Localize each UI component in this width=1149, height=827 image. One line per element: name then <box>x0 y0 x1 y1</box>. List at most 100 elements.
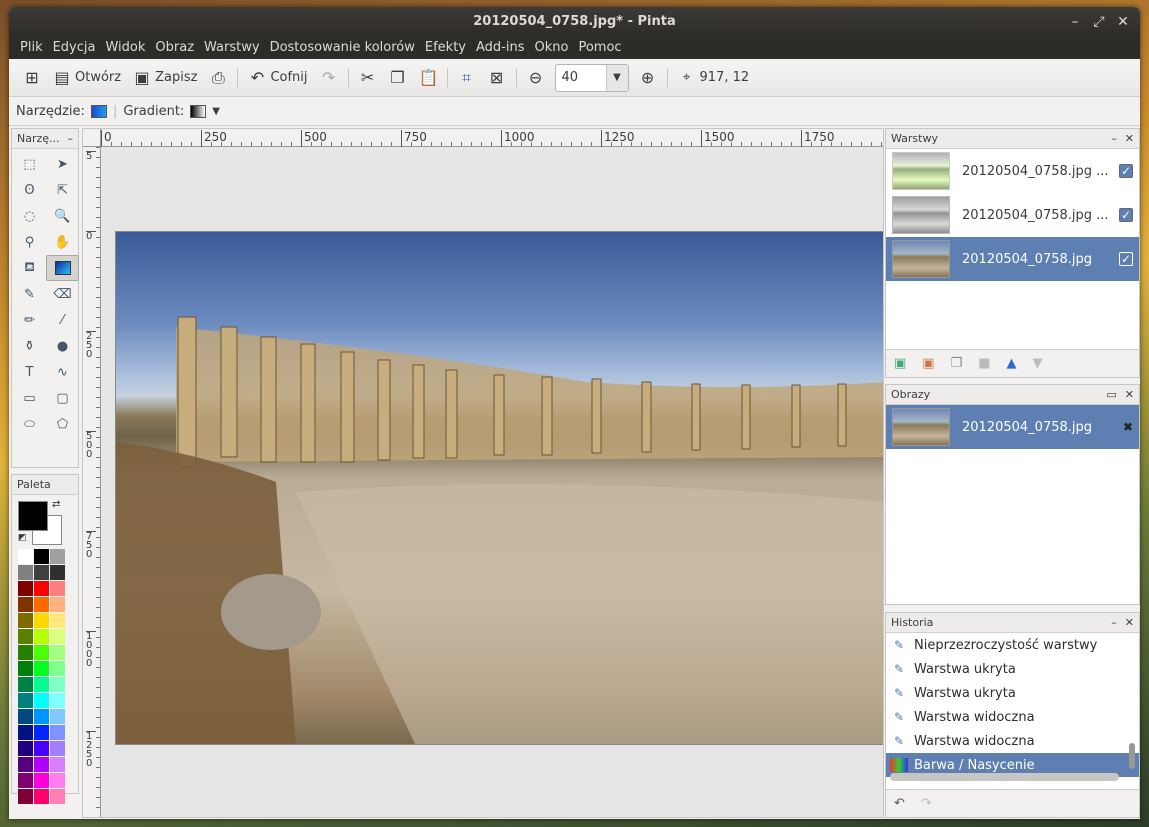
palette-swatch[interactable] <box>34 709 49 724</box>
print-button[interactable]: ⎙ <box>203 64 233 92</box>
history-hscrollbar[interactable] <box>890 773 1119 781</box>
palette-swatch[interactable] <box>18 789 33 804</box>
palette-swatch[interactable] <box>34 565 49 580</box>
palette-swatch[interactable] <box>34 613 49 628</box>
reset-colors-icon[interactable]: ◩ <box>18 533 27 543</box>
palette-swatch[interactable] <box>50 693 65 708</box>
move-selected-tool[interactable]: ➤ <box>46 151 79 177</box>
rectangle-select-tool[interactable]: ⬚ <box>13 151 46 177</box>
palette-swatch[interactable] <box>18 613 33 628</box>
palette-swatch[interactable] <box>34 677 49 692</box>
zoom-in-button[interactable]: ⊕ <box>633 64 663 92</box>
history-item[interactable]: ✎ Warstwa ukryta <box>886 657 1139 681</box>
menu-addins[interactable]: Add-ins <box>471 37 529 59</box>
ellipse-tool[interactable]: ⬭ <box>13 411 46 437</box>
zoom-out-button[interactable]: ⊖ <box>521 64 551 92</box>
palette-swatch[interactable] <box>50 661 65 676</box>
palette-swatch[interactable] <box>50 629 65 644</box>
close-icon[interactable]: ✕ <box>1125 616 1134 629</box>
duplicate-layer-icon[interactable]: ❐ <box>951 356 963 371</box>
magic-wand-tool[interactable]: ⚲ <box>13 229 46 255</box>
move-layer-up-icon[interactable]: ▲ <box>1007 356 1017 371</box>
recolor-tool[interactable]: ● <box>46 333 79 359</box>
zoom-input[interactable] <box>555 70 606 85</box>
zoom-combo[interactable]: ▼ <box>554 63 629 92</box>
palette-swatch[interactable] <box>34 773 49 788</box>
palette-swatch[interactable] <box>50 757 65 772</box>
palette-swatch[interactable] <box>34 693 49 708</box>
palette-swatch[interactable] <box>50 613 65 628</box>
palette-swatch[interactable] <box>50 789 65 804</box>
color-picker-tool[interactable]: ⁄ <box>46 307 79 333</box>
palette-swatch[interactable] <box>50 709 65 724</box>
palette-swatch[interactable] <box>18 597 33 612</box>
history-vscrollbar[interactable] <box>1129 743 1135 769</box>
lasso-select-tool[interactable]: ʘ <box>13 177 46 203</box>
zoom-tool[interactable]: 🔍 <box>46 203 79 229</box>
menu-obraz[interactable]: Obraz <box>150 37 199 59</box>
history-undo-icon[interactable]: ↶ <box>894 796 905 811</box>
canvas-image[interactable] <box>115 231 883 745</box>
palette-swatch[interactable] <box>18 741 33 756</box>
palette-swatch[interactable] <box>18 661 33 676</box>
redo-button[interactable]: ↷ <box>314 64 344 92</box>
paintbrush-tool[interactable]: ✎ <box>13 281 46 307</box>
primary-color-swatch[interactable] <box>18 501 48 531</box>
history-item[interactable]: ✎ Warstwa widoczna <box>886 729 1139 753</box>
crop-button[interactable]: ⌗ <box>452 64 482 92</box>
palette-swatch[interactable] <box>34 581 49 596</box>
move-layer-down-icon[interactable]: ▼ <box>1033 356 1043 371</box>
canvas-area[interactable]: 0 250 500 750 1000 1250 1500 1750 5 0 25… <box>82 128 884 818</box>
line-curve-tool[interactable]: ∿ <box>46 359 79 385</box>
maximize-button[interactable]: ⤢ <box>1092 14 1106 30</box>
menu-dostosowanie[interactable]: Dostosowanie kolorów <box>265 37 420 59</box>
palette-swatch[interactable] <box>18 629 33 644</box>
palette-swatch[interactable] <box>18 581 33 596</box>
paint-bucket-tool[interactable]: ⛾ <box>13 255 46 281</box>
palette-swatch[interactable] <box>18 725 33 740</box>
rectangle-tool[interactable]: ▭ <box>13 385 46 411</box>
new-button[interactable]: ⊞ <box>17 64 47 92</box>
palette-swatch[interactable] <box>18 757 33 772</box>
palette-swatch[interactable] <box>34 549 49 564</box>
palette-swatch[interactable] <box>18 709 33 724</box>
palette-swatch[interactable] <box>34 789 49 804</box>
layer-visibility-checkbox[interactable]: ✓ <box>1119 208 1133 222</box>
palette-swatch[interactable] <box>50 725 65 740</box>
menu-pomoc[interactable]: Pomoc <box>573 37 626 59</box>
pencil-tool[interactable]: ✏ <box>13 307 46 333</box>
minimize-icon[interactable]: – <box>1111 132 1117 145</box>
close-button[interactable]: ✕ <box>1116 14 1130 30</box>
close-icon[interactable]: ✕ <box>1125 132 1134 145</box>
minimize-icon[interactable]: ▭ <box>1106 388 1116 401</box>
palette-swatch[interactable] <box>34 725 49 740</box>
close-image-icon[interactable]: ✖ <box>1123 420 1133 434</box>
layer-visibility-checkbox[interactable]: ✓ <box>1119 164 1133 178</box>
menu-plik[interactable]: Plik <box>15 37 48 59</box>
palette-swatch[interactable] <box>50 581 65 596</box>
palette-swatch[interactable] <box>50 741 65 756</box>
palette-swatch[interactable] <box>18 565 33 580</box>
layer-visibility-checkbox[interactable]: ✓ <box>1119 252 1133 266</box>
minimize-button[interactable]: – <box>1068 14 1082 30</box>
menu-warstwy[interactable]: Warstwy <box>199 37 265 59</box>
cut-button[interactable]: ✂ <box>353 64 383 92</box>
palette-swatch[interactable] <box>50 773 65 788</box>
menu-widok[interactable]: Widok <box>100 37 150 59</box>
menu-efekty[interactable]: Efekty <box>420 37 471 59</box>
history-redo-icon[interactable]: ↷ <box>921 796 932 811</box>
text-tool[interactable]: T <box>13 359 46 385</box>
palette-swatch[interactable] <box>34 661 49 676</box>
history-item[interactable]: ✎ Nieprzezroczystość warstwy <box>886 633 1139 657</box>
gradient-type-icon[interactable] <box>190 105 207 118</box>
history-item[interactable]: ✎ Warstwa ukryta <box>886 681 1139 705</box>
current-tool-icon[interactable] <box>90 105 107 118</box>
history-item[interactable]: ✎ Warstwa widoczna <box>886 705 1139 729</box>
eraser-tool[interactable]: ⌫ <box>46 281 79 307</box>
close-icon[interactable]: ✕ <box>1125 388 1134 401</box>
palette-swatch[interactable] <box>34 629 49 644</box>
layer-item[interactable]: 20120504_0758.jpg ... ✓ <box>886 149 1139 193</box>
palette-swatch[interactable] <box>18 773 33 788</box>
image-item[interactable]: 20120504_0758.jpg ✖ <box>886 405 1139 449</box>
palette-swatch[interactable] <box>50 549 65 564</box>
